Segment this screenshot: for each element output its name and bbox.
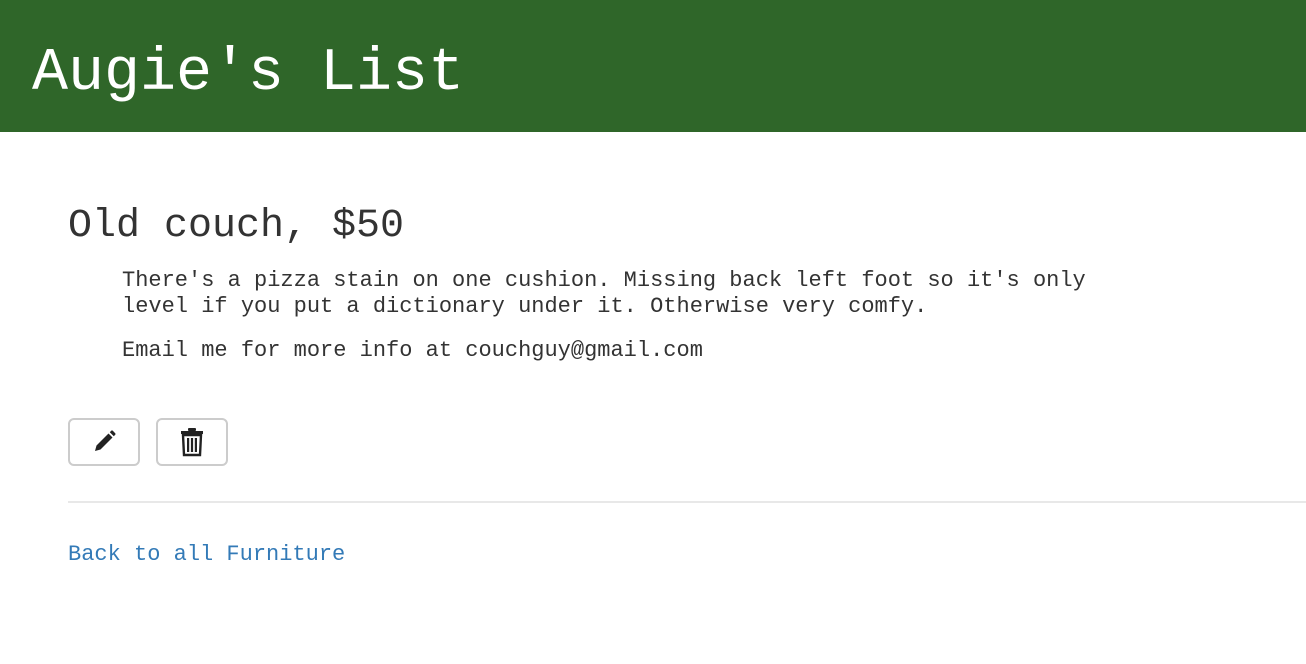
listing-description-container: There's a pizza stain on one cushion. Mi…: [122, 268, 1242, 320]
edit-button[interactable]: [68, 418, 140, 466]
listing-contact: Email me for more info at couchguy@gmail…: [122, 338, 703, 363]
listing-description: There's a pizza stain on one cushion. Mi…: [122, 268, 1086, 319]
site-header: Augie's List: [0, 0, 1306, 132]
delete-button[interactable]: [156, 418, 228, 466]
back-to-furniture-link[interactable]: Back to all Furniture: [68, 541, 345, 569]
trash-icon: [178, 427, 206, 457]
pencil-icon: [90, 428, 118, 456]
divider: [68, 501, 1306, 503]
site-title: Augie's List: [32, 40, 465, 108]
listing-title: Old couch, $50: [68, 204, 405, 249]
